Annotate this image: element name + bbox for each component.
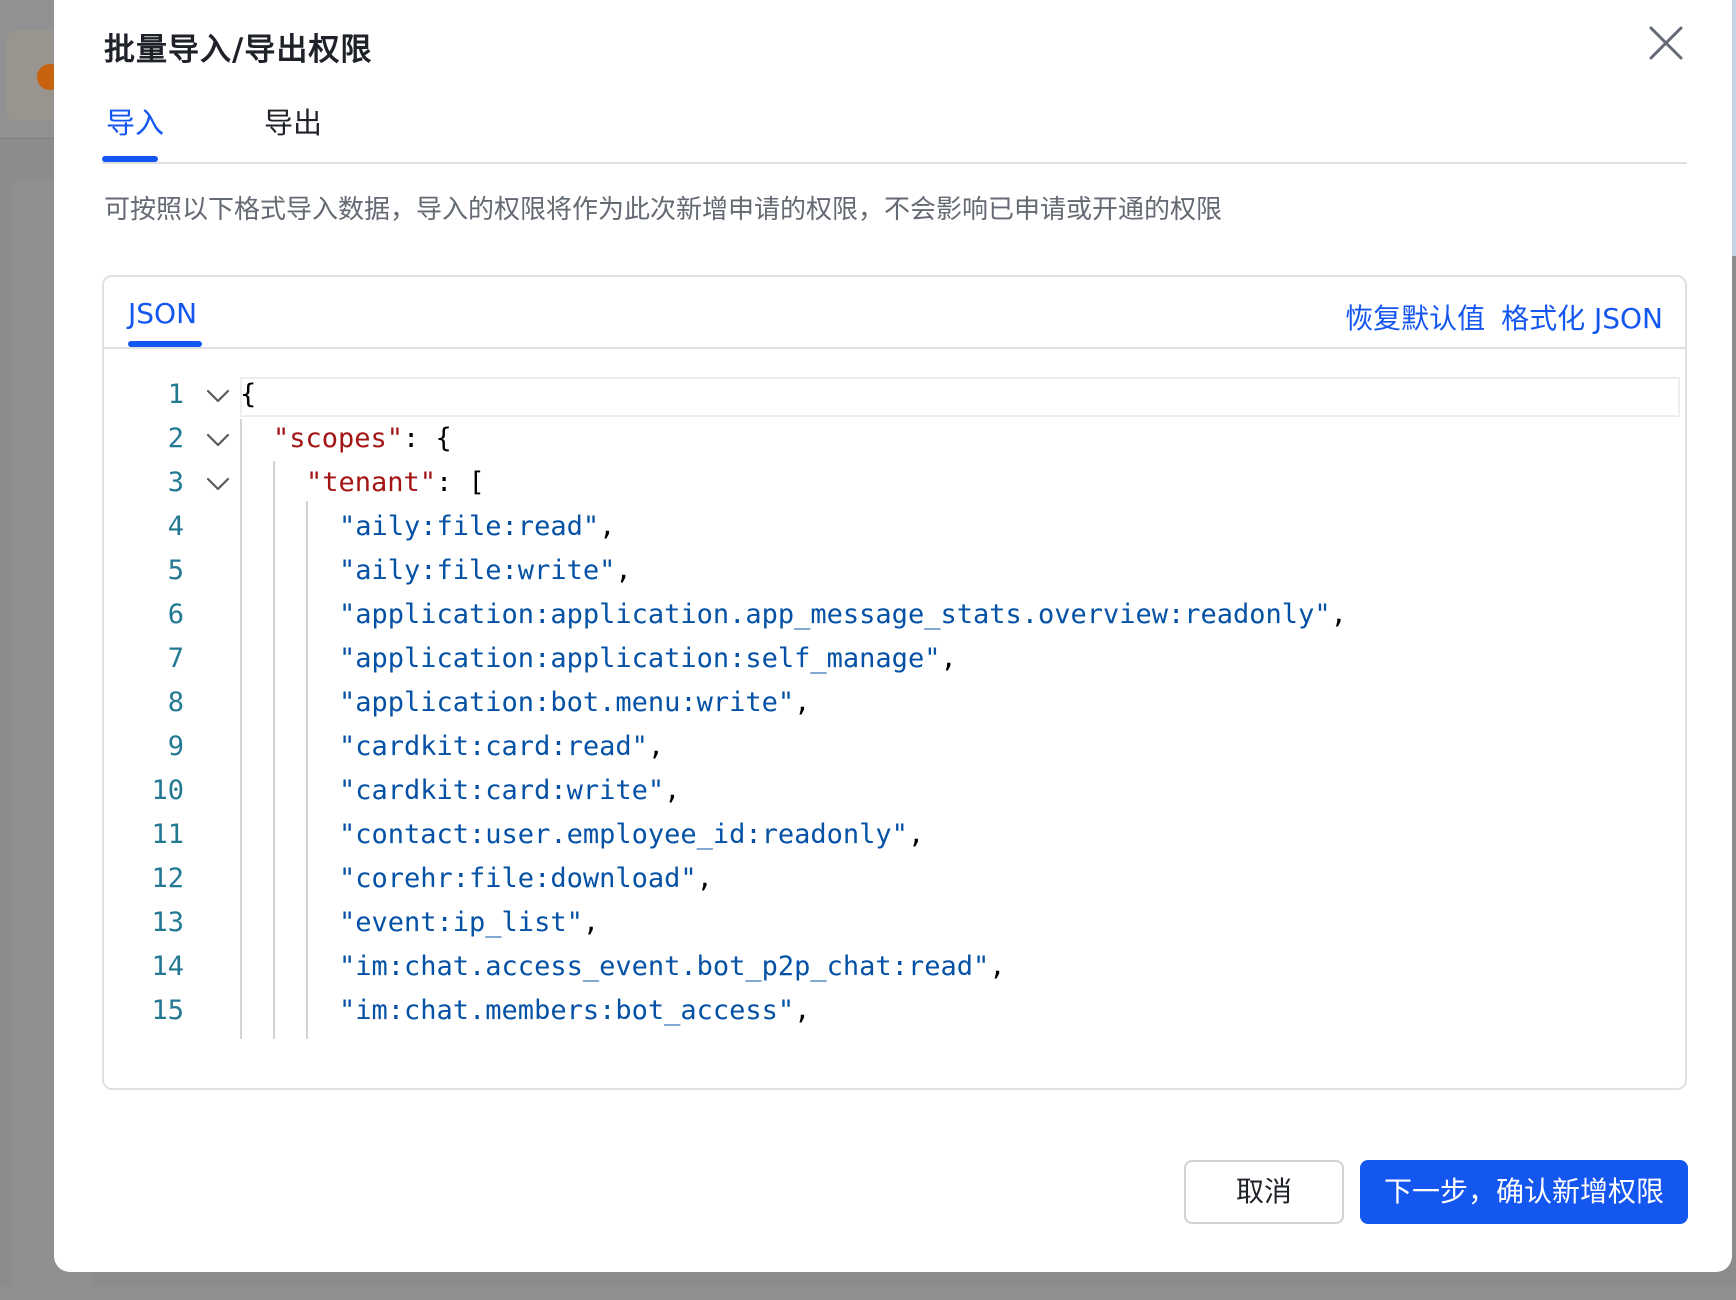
restore-default-link[interactable]: 恢复默认值: [1345, 302, 1485, 335]
code-text: "cardkit:card:write",: [339, 775, 680, 806]
code-text: "application:application:self_manage",: [339, 643, 957, 674]
json-string: "application:bot.menu:write": [339, 687, 795, 718]
code-line: 14 "im:chat.access_event.bot_p2p_chat:rea…: [104, 949, 1685, 993]
line-number: 9: [167, 731, 184, 762]
tab-bar: 导入 导出: [102, 92, 1687, 164]
json-punctuation: {: [240, 379, 257, 410]
tab-export[interactable]: 导出: [264, 100, 322, 142]
code-text: "corehr:file:download",: [339, 863, 713, 894]
code-text: {: [240, 379, 256, 410]
line-number: 3: [167, 467, 184, 498]
code-line: 3 "tenant": [: [104, 465, 1685, 509]
indent-guide: [306, 501, 308, 1039]
tab-import[interactable]: 导入: [106, 100, 164, 142]
json-string: "im:chat.access_event.bot_p2p_chat:read": [339, 951, 990, 982]
json-key: "tenant": [306, 467, 437, 498]
json-punctuation: ,: [664, 775, 681, 806]
json-editor-panel: JSON 恢复默认值 格式化 JSON 1{2 "scopes": {3 "tenan…: [102, 275, 1687, 1090]
code-line: 1{: [104, 377, 1685, 421]
close-button[interactable]: [1645, 22, 1687, 64]
editor-header: JSON 恢复默认值 格式化 JSON: [104, 277, 1685, 349]
code-line: 5 "aily:file:write",: [104, 553, 1685, 597]
json-string: "contact:user.employee_id:readonly": [339, 819, 908, 850]
dialog-title: 批量导入/导出权限: [104, 32, 373, 68]
line-number: 14: [151, 951, 184, 982]
code-text: "application:application.app_message_sta…: [339, 599, 1347, 630]
json-punctuation: ,: [582, 907, 600, 938]
code-line: 8 "application:bot.menu:write",: [104, 685, 1685, 729]
code-line: 2 "scopes": {: [104, 421, 1685, 465]
json-punctuation: ,: [940, 643, 957, 674]
code-text: "contact:user.employee_id:readonly",: [339, 819, 924, 850]
json-punctuation: ,: [794, 687, 811, 718]
json-string: "cardkit:card:write": [339, 775, 665, 806]
json-punctuation: ,: [696, 863, 713, 894]
editor-actions: 恢复默认值 格式化 JSON: [1345, 297, 1663, 337]
format-json-link[interactable]: 格式化 JSON: [1501, 302, 1663, 335]
code-line: 6 "application:application.app_message_st…: [104, 597, 1685, 641]
json-tab-indicator: [128, 341, 202, 347]
tab-json[interactable]: JSON: [128, 297, 197, 330]
code-line: 15 "im:chat.members:bot_access",: [104, 993, 1685, 1037]
code-text: "im:chat.access_event.bot_p2p_chat:read"…: [339, 951, 1005, 982]
line-number: 13: [151, 907, 184, 938]
json-punctuation: ,: [907, 819, 925, 850]
line-number: 7: [167, 643, 184, 674]
line-number: 1: [167, 379, 184, 410]
code-text: "im:chat.members:bot_access",: [339, 995, 810, 1026]
json-string: "aily:file:read": [339, 511, 600, 542]
line-number: 10: [151, 775, 184, 806]
code-editor[interactable]: 1{2 "scopes": {3 "tenant": [4 "aily:file:re…: [104, 377, 1685, 1077]
json-string: "application:application.app_message_sta…: [339, 599, 1331, 630]
cancel-button[interactable]: 取消: [1184, 1160, 1344, 1224]
json-punctuation: ,: [599, 511, 616, 542]
line-number: 6: [167, 599, 184, 630]
json-punctuation: ,: [794, 995, 811, 1026]
code-text: "aily:file:read",: [339, 511, 615, 542]
indent-guide: [240, 419, 242, 1039]
chevron-down-icon[interactable]: [203, 425, 233, 455]
json-string: "aily:file:write": [339, 555, 616, 586]
code-text: "event:ip_list",: [339, 907, 599, 938]
code-line: 12 "corehr:file:download",: [104, 861, 1685, 905]
json-string: "im:chat.members:bot_access": [339, 995, 795, 1026]
code-line: 7 "application:application:self_manage",: [104, 641, 1685, 685]
line-number: 12: [151, 863, 184, 894]
active-tab-indicator: [102, 156, 158, 162]
code-line: 4 "aily:file:read",: [104, 509, 1685, 553]
line-number: 4: [167, 511, 184, 542]
close-icon: [1649, 26, 1683, 60]
json-string: "event:ip_list": [339, 907, 583, 938]
code-text: "application:bot.menu:write",: [339, 687, 810, 718]
chevron-down-icon[interactable]: [203, 381, 233, 411]
line-number: 11: [151, 819, 184, 850]
json-string: "corehr:file:download": [339, 863, 697, 894]
code-line: 11 "contact:user.employee_id:readonly",: [104, 817, 1685, 861]
json-punctuation: : [: [436, 467, 485, 498]
json-punctuation: ,: [615, 555, 632, 586]
code-line: 13 "event:ip_list",: [104, 905, 1685, 949]
code-text: "scopes": {: [273, 423, 452, 454]
line-number: 5: [167, 555, 184, 586]
confirm-next-button[interactable]: 下一步，确认新增权限: [1360, 1160, 1688, 1224]
json-key: "scopes": [273, 423, 404, 454]
line-number: 15: [151, 995, 184, 1026]
json-string: "cardkit:card:read": [339, 731, 648, 762]
json-string: "application:application:self_manage": [339, 643, 941, 674]
line-number: 2: [167, 423, 184, 454]
import-description: 可按照以下格式导入数据，导入的权限将作为此次新增申请的权限，不会影响已申请或开通…: [104, 195, 1223, 225]
code-line: 10 "cardkit:card:write",: [104, 773, 1685, 817]
import-export-dialog: 批量导入/导出权限 导入 导出 可按照以下格式导入数据，导入的权限将作为此次新增…: [54, 0, 1732, 1272]
code-text: "cardkit:card:read",: [339, 731, 664, 762]
json-punctuation: ,: [1330, 599, 1347, 630]
json-punctuation: : {: [403, 423, 452, 454]
code-text: "tenant": [: [306, 467, 485, 498]
chevron-down-icon[interactable]: [203, 469, 233, 499]
json-punctuation: ,: [647, 731, 665, 762]
json-punctuation: ,: [989, 951, 1006, 982]
code-line: 9 "cardkit:card:read",: [104, 729, 1685, 773]
indent-guide: [273, 461, 275, 1039]
line-number: 8: [167, 687, 184, 718]
code-text: "aily:file:write",: [339, 555, 632, 586]
